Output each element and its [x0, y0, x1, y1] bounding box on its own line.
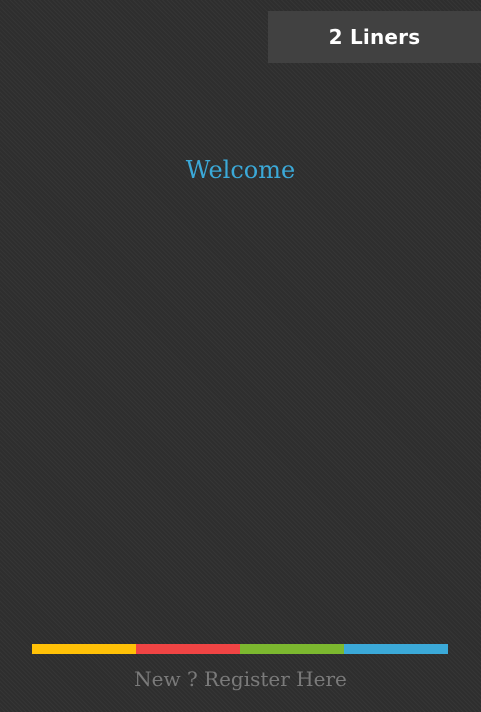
app-screen: { "header": { "app_name": "2 Liners" }, … — [0, 0, 481, 712]
app-title-badge: 2 Liners — [268, 11, 481, 63]
color-stripe-red — [136, 644, 240, 654]
register-link[interactable]: New ? Register Here — [0, 667, 481, 691]
welcome-heading: Welcome — [185, 156, 296, 184]
color-stripe-green — [240, 644, 344, 654]
app-title: 2 Liners — [328, 25, 421, 49]
color-stripe — [32, 644, 448, 654]
color-stripe-yellow — [32, 644, 136, 654]
color-stripe-blue — [344, 644, 448, 654]
